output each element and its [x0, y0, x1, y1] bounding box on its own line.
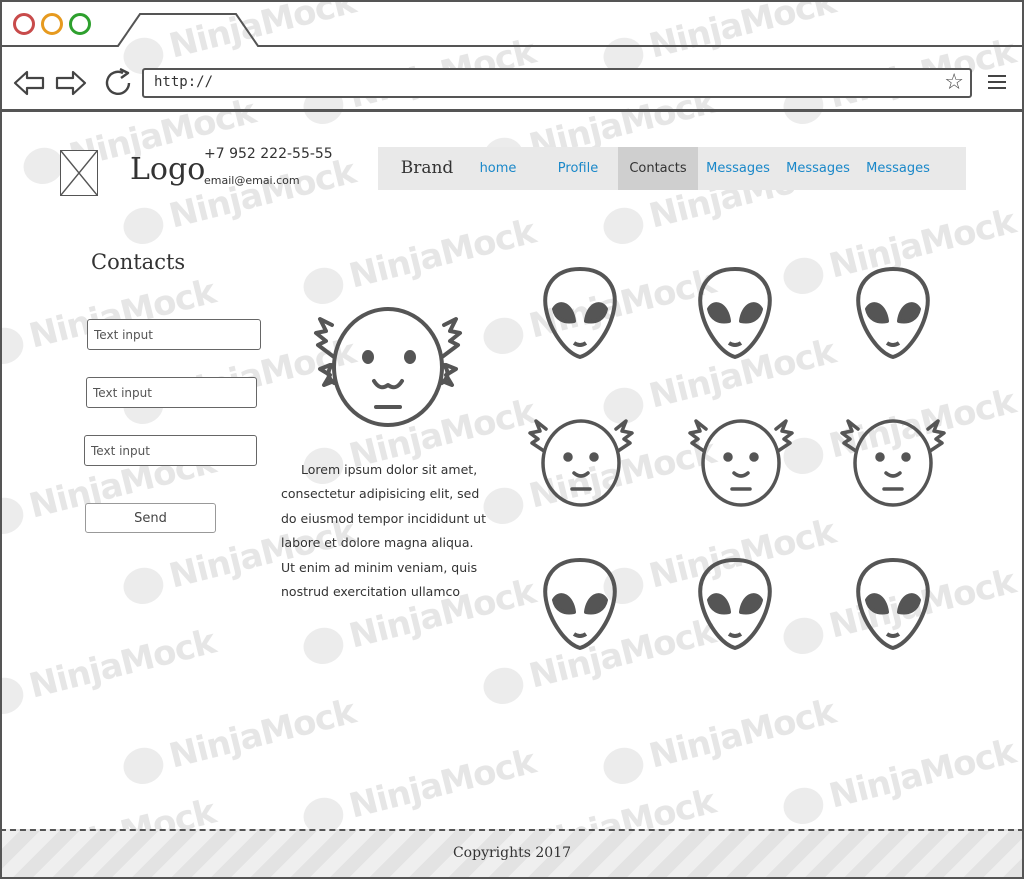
close-window-icon[interactable] [13, 13, 35, 35]
url-text: http:// [154, 74, 214, 90]
back-arrow-icon[interactable] [12, 68, 46, 98]
alien-avatar-icon[interactable] [853, 556, 933, 652]
logo-image-placeholder [60, 150, 98, 196]
person-avatar-icon[interactable] [528, 415, 634, 507]
chrome-divider [0, 109, 1024, 112]
watermark: NinjaMock [119, 692, 359, 788]
alien-avatar-icon[interactable] [853, 265, 933, 361]
bio-paragraph: Lorem ipsum dolor sit amet, consectetur … [281, 462, 486, 600]
text-input-2[interactable] [86, 377, 257, 408]
bookmark-star-icon[interactable]: ☆ [944, 71, 964, 95]
maximize-window-icon[interactable] [69, 13, 91, 35]
watermark: NinjaMock [299, 212, 539, 308]
watermark: NinjaMock [299, 742, 539, 838]
page-footer: Copyrights 2017 [0, 829, 1024, 879]
address-bar[interactable]: http:// ☆ [142, 68, 972, 98]
browser-tab[interactable] [0, 0, 1024, 50]
nav-item-messages[interactable]: Messages [778, 147, 858, 190]
alien-avatar-icon[interactable] [695, 556, 775, 652]
watermark: NinjaMock [0, 622, 219, 718]
text-input-field[interactable] [85, 436, 256, 465]
reload-icon[interactable] [102, 68, 136, 98]
watermark: NinjaMock [779, 732, 1019, 828]
nav-item-messages[interactable]: Messages [698, 147, 778, 190]
person-avatar-icon[interactable] [688, 415, 794, 507]
nav-item-profile[interactable]: Profile [538, 147, 618, 190]
nav-item-home[interactable]: home [458, 147, 538, 190]
text-input-field[interactable] [88, 320, 260, 349]
nav-item-contacts[interactable]: Contacts [618, 147, 698, 190]
minimize-window-icon[interactable] [41, 13, 63, 35]
text-input-field[interactable] [87, 378, 256, 407]
alien-avatar-icon[interactable] [540, 265, 620, 361]
browser-chrome: http:// ☆ [0, 0, 1024, 112]
alien-avatar-icon[interactable] [695, 265, 775, 361]
copyright-text: Copyrights 2017 [452, 845, 572, 861]
send-button[interactable]: Send [85, 503, 216, 533]
forward-arrow-icon[interactable] [54, 68, 88, 98]
nav-item-messages[interactable]: Messages [858, 147, 938, 190]
contacts-title: Contacts [91, 250, 186, 274]
person-avatar-icon[interactable] [840, 415, 946, 507]
text-input-1[interactable] [87, 319, 261, 350]
person-avatar-icon [312, 305, 464, 435]
main-navbar: Brand home Profile Contacts Messages Mes… [378, 147, 966, 190]
text-input-3[interactable] [84, 435, 257, 466]
watermark: NinjaMock [599, 692, 839, 788]
email-address[interactable]: email@emai.com [204, 174, 300, 187]
browser-menu-icon[interactable] [988, 75, 1006, 91]
phone-number: +7 952 222-55-55 [204, 146, 333, 162]
alien-avatar-icon[interactable] [540, 556, 620, 652]
logo-text[interactable]: Logo [130, 152, 205, 187]
